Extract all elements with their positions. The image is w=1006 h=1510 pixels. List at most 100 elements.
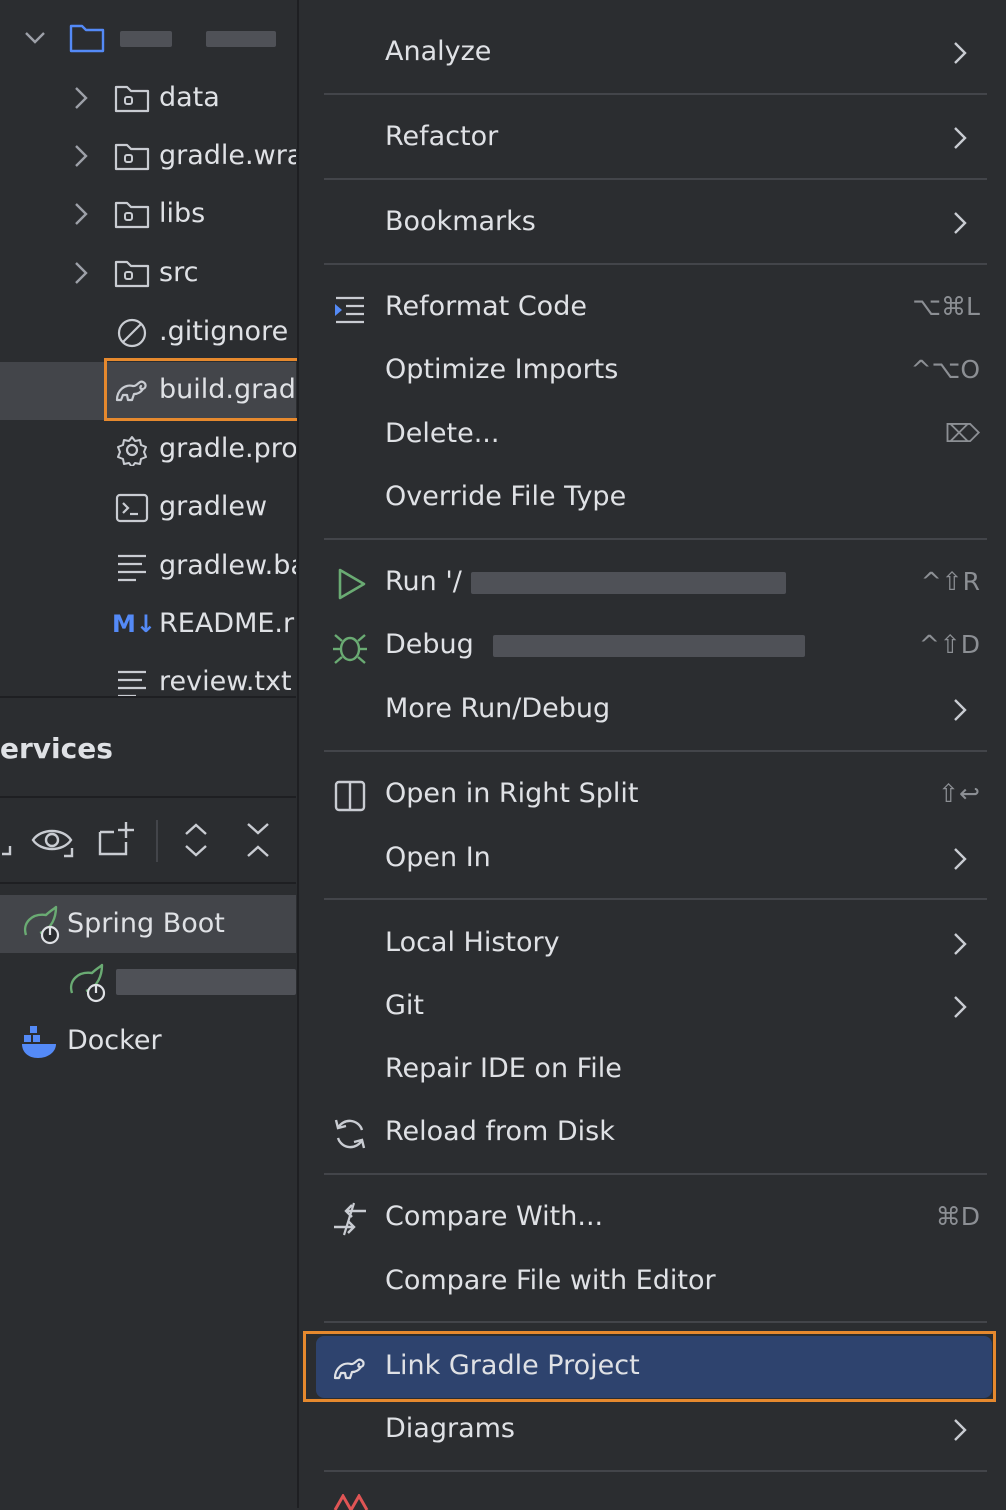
menu-separator — [324, 1470, 987, 1472]
menu-item-label: Open in Right Split — [385, 778, 639, 809]
collapse-all-icon[interactable] — [242, 820, 274, 860]
submenu-arrow-icon — [954, 933, 967, 955]
menu-item-label: Diagrams — [385, 1413, 515, 1444]
new-service-icon[interactable] — [96, 820, 140, 860]
menu-item-label: Reload from Disk — [385, 1116, 615, 1147]
annotation-box-link-gradle-project — [303, 1331, 996, 1402]
tree-item-label: data — [159, 82, 220, 113]
project-name-redacted — [120, 31, 172, 47]
folder-icon — [114, 201, 150, 229]
menu-item-override-file-type[interactable]: Override File Type — [316, 467, 992, 529]
menu-item-label: Compare With... — [385, 1201, 604, 1232]
menu-item-open-in-right-split[interactable]: Open in Right Split ⇧↩ — [316, 764, 992, 826]
menu-item-analyze[interactable]: Analyze — [316, 22, 992, 84]
menu-item-shortcut: ⌥⌘L — [912, 292, 980, 321]
submenu-arrow-icon — [954, 127, 967, 149]
tree-item-readme[interactable]: M↓ README.r — [0, 596, 296, 654]
menu-item-run[interactable]: Run '/ ^⇧R — [316, 552, 992, 614]
chevron-right-icon[interactable] — [72, 84, 90, 112]
chevron-right-icon[interactable] — [72, 142, 90, 170]
tree-item-gradle-wrapper[interactable]: gradle.wra — [0, 128, 296, 186]
menu-item-label: Analyze — [385, 36, 492, 67]
menu-item-open-in[interactable]: Open In — [316, 828, 992, 890]
submenu-arrow-icon — [954, 42, 967, 64]
chevron-down-icon[interactable] — [24, 30, 46, 46]
menu-separator — [324, 538, 987, 540]
debug-config-redacted — [493, 635, 805, 657]
services-title: ervices — [0, 732, 113, 765]
tree-item-libs[interactable]: libs — [0, 186, 296, 244]
reload-icon — [334, 1119, 366, 1149]
menu-item-delete[interactable]: Delete... ⌦ — [316, 404, 992, 466]
debug-icon — [333, 634, 367, 664]
project-root-row[interactable] — [0, 8, 296, 66]
menu-item-git[interactable]: Git — [316, 976, 992, 1038]
reformat-icon — [335, 296, 364, 324]
menu-item-local-history[interactable]: Local History — [316, 913, 992, 975]
service-spring-app[interactable] — [0, 953, 296, 1011]
menu-item-label: Run '/ — [385, 566, 462, 597]
eye-icon[interactable] — [30, 822, 76, 862]
menu-item-label: Repair IDE on File — [385, 1053, 622, 1084]
tree-item-label: gradle.pro — [159, 433, 296, 464]
menu-item-optimize-imports[interactable]: Optimize Imports ^⌥O — [316, 340, 992, 402]
toolbar-bottom-divider — [0, 882, 296, 884]
tree-item-gradlew[interactable]: gradlew — [0, 479, 296, 537]
service-label: Docker — [67, 1025, 162, 1056]
expand-all-icon[interactable] — [180, 820, 212, 860]
menu-item-refactor[interactable]: Refactor — [316, 107, 992, 169]
project-panel: data gradle.wra libs src .gitignore buil… — [0, 0, 296, 1508]
menu-separator — [324, 750, 987, 752]
menu-item-label: Local History — [385, 927, 560, 958]
toolbar-divider — [0, 796, 296, 798]
settings-file-icon — [117, 436, 147, 466]
menu-item-shortcut: ^⇧D — [918, 630, 980, 659]
menu-item-label: Open In — [385, 842, 491, 873]
service-docker[interactable]: Docker — [0, 1012, 296, 1070]
menu-item-reformat-code[interactable]: Reformat Code ⌥⌘L — [316, 277, 992, 339]
tree-item-data[interactable]: data — [0, 70, 296, 128]
menu-item-more-run-debug[interactable]: More Run/Debug — [316, 679, 992, 741]
menu-item-debug[interactable]: Debug ^⇧D — [316, 615, 992, 677]
menu-item-repair-ide-on-file[interactable]: Repair IDE on File — [316, 1039, 992, 1101]
menu-item-shortcut: ⌦ — [944, 419, 980, 448]
service-spring-boot[interactable]: Spring Boot — [0, 895, 296, 953]
menu-item-label: Compare File with Editor — [385, 1265, 716, 1296]
submenu-arrow-icon — [954, 699, 967, 721]
menu-item-label: More Run/Debug — [385, 693, 611, 724]
tree-item-label: gradlew.ba — [159, 550, 296, 581]
tree-item-review-txt[interactable]: review.txt — [0, 654, 296, 712]
ignore-file-icon — [117, 318, 147, 348]
menu-item-bookmarks[interactable]: Bookmarks — [316, 192, 992, 254]
menu-separator — [324, 1321, 987, 1323]
tree-item-gitignore[interactable]: .gitignore — [0, 304, 296, 362]
text-file-icon — [118, 554, 146, 582]
tree-item-gradlew-bat[interactable]: gradlew.ba — [0, 538, 296, 596]
tree-item-src[interactable]: src — [0, 245, 296, 303]
terminal-file-icon — [115, 493, 149, 523]
menu-item-diagrams[interactable]: Diagrams — [316, 1399, 992, 1461]
tree-item-gradle-properties[interactable]: gradle.pro — [0, 421, 296, 479]
context-menu: Analyze Refactor Bookmarks Reformat Code… — [297, 0, 1006, 1510]
chevron-right-icon[interactable] — [72, 259, 90, 287]
menu-item-compare-file-with-editor[interactable]: Compare File with Editor — [316, 1251, 992, 1313]
menu-item-shortcut: ⇧↩ — [938, 779, 980, 808]
menu-item-label: Reformat Code — [385, 291, 587, 322]
panel-divider — [0, 696, 296, 698]
run-config-redacted — [471, 572, 786, 594]
filter-icon[interactable] — [0, 824, 14, 860]
app-name-redacted — [116, 969, 296, 995]
compare-icon — [334, 1202, 366, 1236]
submenu-arrow-icon — [954, 996, 967, 1018]
menu-separator — [324, 263, 987, 265]
menu-item-label: Override File Type — [385, 481, 627, 512]
menu-item-label: Bookmarks — [385, 206, 536, 237]
menu-item-compare-with[interactable]: Compare With... ⌘D — [316, 1187, 992, 1249]
tree-item-label: review.txt — [159, 666, 292, 697]
chevron-right-icon[interactable] — [72, 200, 90, 228]
submenu-arrow-icon — [954, 848, 967, 870]
spring-boot-icon — [69, 963, 106, 1003]
menu-item-label: Delete... — [385, 418, 500, 449]
menu-item-reload-from-disk[interactable]: Reload from Disk — [316, 1102, 992, 1164]
menu-item-label: Debug — [385, 629, 474, 660]
